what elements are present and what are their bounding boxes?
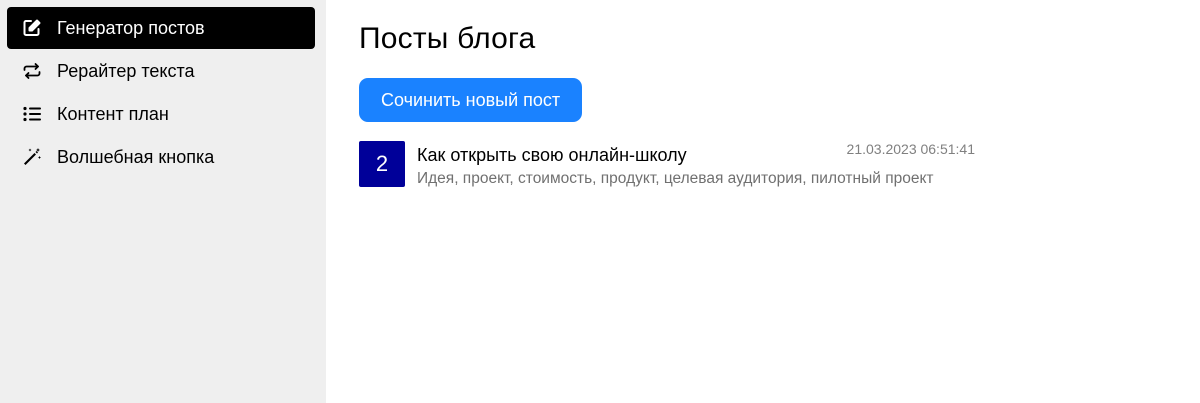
edit-icon — [21, 17, 43, 39]
sidebar-item-label: Генератор постов — [57, 17, 205, 38]
post-number-badge: 2 — [359, 141, 405, 187]
sidebar-item-content-plan[interactable]: Контент план — [7, 93, 315, 135]
new-post-button[interactable]: Сочинить новый пост — [359, 78, 583, 122]
sidebar-item-post-generator[interactable]: Генератор постов — [7, 7, 315, 49]
magic-wand-icon — [21, 146, 43, 168]
post-tags: Идея, проект, стоимость, продукт, целева… — [417, 170, 934, 187]
page-title: Посты блога — [359, 22, 536, 55]
sidebar-item-label: Волшебная кнопка — [57, 146, 215, 167]
post-list: 2 Как открыть свою онлайн-школу Идея, пр… — [359, 141, 975, 189]
app: Генератор постов Рерайтер текста Контент… — [0, 0, 1200, 403]
sidebar-item-magic-button[interactable]: Волшебная кнопка — [7, 136, 315, 178]
repeat-icon — [21, 60, 43, 82]
sidebar: Генератор постов Рерайтер текста Контент… — [0, 0, 326, 403]
list-icon — [21, 103, 43, 125]
sidebar-item-label: Контент план — [57, 103, 169, 124]
main-content: Посты блога Сочинить новый пост 2 Как от… — [326, 0, 1200, 403]
post-date: 21.03.2023 06:51:41 — [846, 141, 975, 157]
sidebar-item-label: Рерайтер текста — [57, 60, 195, 81]
sidebar-item-text-rewriter[interactable]: Рерайтер текста — [7, 50, 315, 92]
post-list-item[interactable]: 2 Как открыть свою онлайн-школу Идея, пр… — [359, 141, 975, 189]
